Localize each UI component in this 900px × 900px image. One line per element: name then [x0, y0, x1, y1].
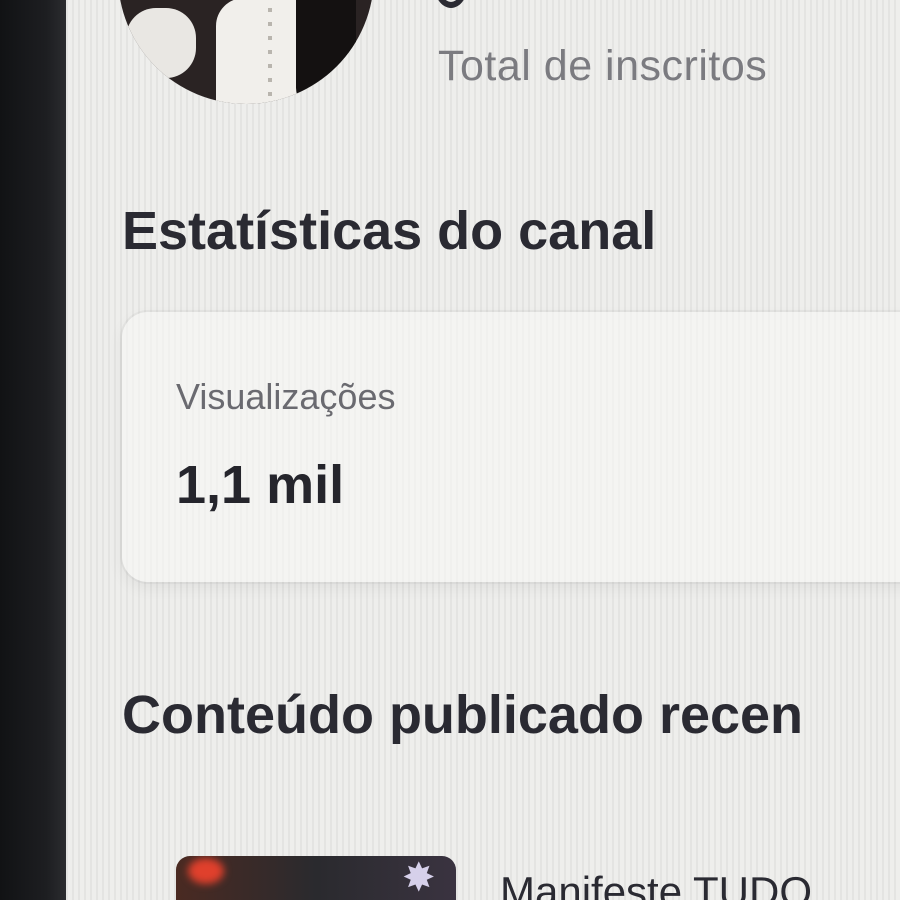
subscriber-count-cutoff	[434, 0, 468, 8]
views-value: 1,1 mil	[176, 455, 345, 515]
views-label: Visualizações	[176, 376, 396, 417]
device-bezel	[0, 0, 66, 900]
channel-avatar[interactable]	[118, 0, 374, 104]
sparkle-icon: ✸	[402, 856, 436, 900]
video-thumbnail[interactable]: ✸	[176, 856, 456, 900]
views-stat-card[interactable]: Visualizações 1,1 mil	[122, 312, 900, 582]
studio-screen: Total de inscritos Estatísticas do canal…	[66, 0, 900, 900]
avatar-shirt-buttons	[268, 8, 272, 98]
avatar-sleeve	[126, 8, 196, 78]
channel-stats-title: Estatísticas do canal	[122, 201, 657, 261]
thumbnail-flare	[188, 858, 224, 884]
video-title[interactable]: Manifeste TUDO	[500, 868, 812, 900]
recent-content-title: Conteúdo publicado recen	[122, 685, 804, 745]
subscribers-label: Total de inscritos	[438, 42, 768, 90]
avatar-hair	[296, 0, 356, 104]
